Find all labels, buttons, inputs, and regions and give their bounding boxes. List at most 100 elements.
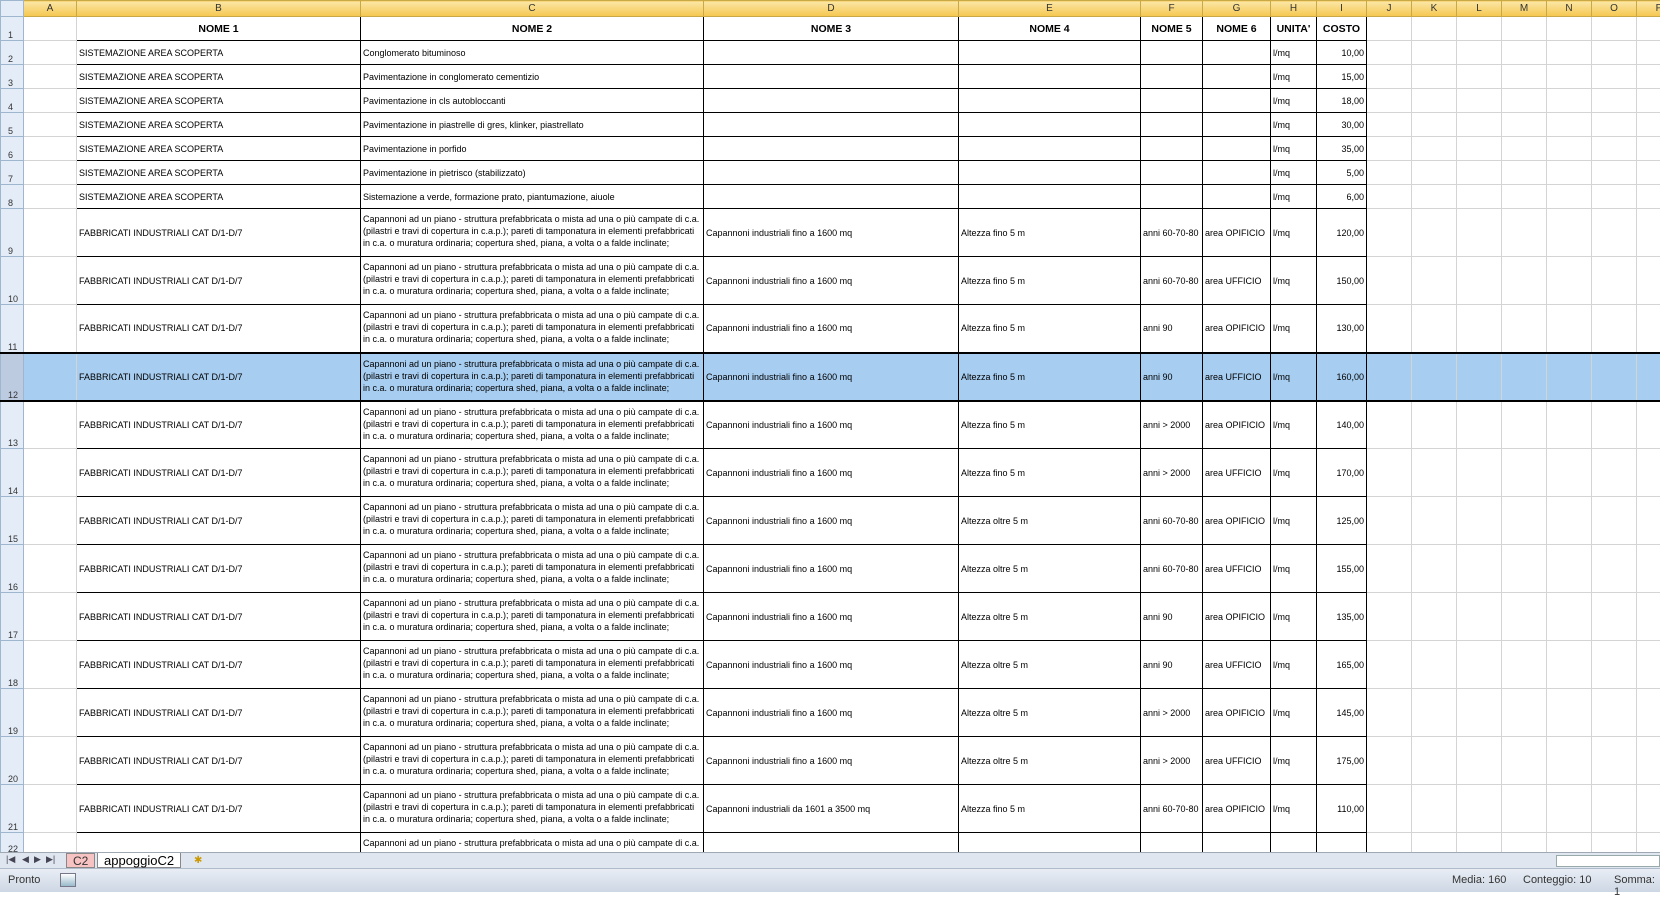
cell-i9[interactable]: 120,00 bbox=[1317, 209, 1367, 257]
row-header[interactable]: 20 bbox=[1, 737, 24, 785]
cell-e12[interactable]: Altezza fino 5 m bbox=[959, 353, 1141, 401]
cell-j5[interactable] bbox=[1367, 113, 1412, 137]
cell-p6[interactable] bbox=[1637, 137, 1660, 161]
cell-i12[interactable]: 160,00 bbox=[1317, 353, 1367, 401]
cell-c7[interactable]: Pavimentazione in pietrisco (stabilizzat… bbox=[361, 161, 704, 185]
cell-m19[interactable] bbox=[1502, 689, 1547, 737]
cell-f16[interactable]: anni 60-70-80 bbox=[1141, 545, 1203, 593]
cell-j8[interactable] bbox=[1367, 185, 1412, 209]
cell-c5[interactable]: Pavimentazione in piastrelle di gres, kl… bbox=[361, 113, 704, 137]
column-header-g[interactable]: G bbox=[1203, 1, 1271, 17]
cell-k6[interactable] bbox=[1412, 137, 1457, 161]
cell-a9[interactable] bbox=[24, 209, 77, 257]
cell-k22[interactable] bbox=[1412, 833, 1457, 853]
cell-p14[interactable] bbox=[1637, 449, 1660, 497]
cell-i4[interactable]: 18,00 bbox=[1317, 89, 1367, 113]
cell-m22[interactable] bbox=[1502, 833, 1547, 853]
cell-k2[interactable] bbox=[1412, 41, 1457, 65]
cell-m20[interactable] bbox=[1502, 737, 1547, 785]
cell-j12[interactable] bbox=[1367, 353, 1412, 401]
cell-m16[interactable] bbox=[1502, 545, 1547, 593]
cell-m4[interactable] bbox=[1502, 89, 1547, 113]
cell-l21[interactable] bbox=[1457, 785, 1502, 833]
cell-k10[interactable] bbox=[1412, 257, 1457, 305]
cell-n16[interactable] bbox=[1547, 545, 1592, 593]
cell-e1[interactable]: NOME 4 bbox=[959, 17, 1141, 41]
row-header[interactable]: 4 bbox=[1, 89, 24, 113]
cell-h22[interactable] bbox=[1271, 833, 1317, 853]
cell-g11[interactable]: area OPIFICIO bbox=[1203, 305, 1271, 353]
cell-m8[interactable] bbox=[1502, 185, 1547, 209]
cell-f10[interactable]: anni 60-70-80 bbox=[1141, 257, 1203, 305]
cell-k15[interactable] bbox=[1412, 497, 1457, 545]
cell-o21[interactable] bbox=[1592, 785, 1637, 833]
cell-n18[interactable] bbox=[1547, 641, 1592, 689]
cell-n12[interactable] bbox=[1547, 353, 1592, 401]
cell-c1[interactable]: NOME 2 bbox=[361, 17, 704, 41]
next-sheet-icon[interactable]: ▶ bbox=[34, 854, 41, 865]
cell-k19[interactable] bbox=[1412, 689, 1457, 737]
column-header-m[interactable]: M bbox=[1502, 1, 1547, 17]
column-header-p[interactable]: P bbox=[1637, 1, 1660, 17]
cell-o2[interactable] bbox=[1592, 41, 1637, 65]
cell-a21[interactable] bbox=[24, 785, 77, 833]
cell-k18[interactable] bbox=[1412, 641, 1457, 689]
cell-a12[interactable] bbox=[24, 353, 77, 401]
row-header[interactable]: 2 bbox=[1, 41, 24, 65]
cell-b12[interactable]: FABBRICATI INDUSTRIALI CAT D/1-D/7 bbox=[77, 353, 361, 401]
cell-h2[interactable]: l/mq bbox=[1271, 41, 1317, 65]
cell-b17[interactable]: FABBRICATI INDUSTRIALI CAT D/1-D/7 bbox=[77, 593, 361, 641]
select-all-corner[interactable] bbox=[1, 1, 24, 17]
spreadsheet-grid[interactable]: ABCDEFGHIJKLMNOP1NOME 1NOME 2NOME 3NOME … bbox=[0, 0, 1660, 852]
cell-c15[interactable]: Capannoni ad un piano - struttura prefab… bbox=[361, 497, 704, 545]
cell-k1[interactable] bbox=[1412, 17, 1457, 41]
cell-a5[interactable] bbox=[24, 113, 77, 137]
cell-j21[interactable] bbox=[1367, 785, 1412, 833]
cell-l18[interactable] bbox=[1457, 641, 1502, 689]
cell-f5[interactable] bbox=[1141, 113, 1203, 137]
column-header-l[interactable]: L bbox=[1457, 1, 1502, 17]
row-header[interactable]: 12 bbox=[1, 353, 24, 401]
cell-p4[interactable] bbox=[1637, 89, 1660, 113]
cell-b21[interactable]: FABBRICATI INDUSTRIALI CAT D/1-D/7 bbox=[77, 785, 361, 833]
cell-g12[interactable]: area UFFICIO bbox=[1203, 353, 1271, 401]
cell-b10[interactable]: FABBRICATI INDUSTRIALI CAT D/1-D/7 bbox=[77, 257, 361, 305]
cell-i16[interactable]: 155,00 bbox=[1317, 545, 1367, 593]
cell-f7[interactable] bbox=[1141, 161, 1203, 185]
macro-record-icon[interactable] bbox=[60, 873, 76, 887]
cell-f12[interactable]: anni 90 bbox=[1141, 353, 1203, 401]
cell-p22[interactable] bbox=[1637, 833, 1660, 853]
cell-l2[interactable] bbox=[1457, 41, 1502, 65]
cell-a20[interactable] bbox=[24, 737, 77, 785]
cell-e20[interactable]: Altezza oltre 5 m bbox=[959, 737, 1141, 785]
cell-m7[interactable] bbox=[1502, 161, 1547, 185]
cell-e14[interactable]: Altezza fino 5 m bbox=[959, 449, 1141, 497]
cell-n15[interactable] bbox=[1547, 497, 1592, 545]
horizontal-scrollbar[interactable] bbox=[1556, 855, 1660, 867]
cell-g17[interactable]: area OPIFICIO bbox=[1203, 593, 1271, 641]
cell-h18[interactable]: l/mq bbox=[1271, 641, 1317, 689]
cell-h12[interactable]: l/mq bbox=[1271, 353, 1317, 401]
cell-i15[interactable]: 125,00 bbox=[1317, 497, 1367, 545]
cell-o18[interactable] bbox=[1592, 641, 1637, 689]
cell-l17[interactable] bbox=[1457, 593, 1502, 641]
cell-b19[interactable]: FABBRICATI INDUSTRIALI CAT D/1-D/7 bbox=[77, 689, 361, 737]
cell-l14[interactable] bbox=[1457, 449, 1502, 497]
column-header-j[interactable]: J bbox=[1367, 1, 1412, 17]
cell-n11[interactable] bbox=[1547, 305, 1592, 353]
cell-i6[interactable]: 35,00 bbox=[1317, 137, 1367, 161]
cell-n7[interactable] bbox=[1547, 161, 1592, 185]
cell-c14[interactable]: Capannoni ad un piano - struttura prefab… bbox=[361, 449, 704, 497]
cell-m6[interactable] bbox=[1502, 137, 1547, 161]
cell-m3[interactable] bbox=[1502, 65, 1547, 89]
cell-n3[interactable] bbox=[1547, 65, 1592, 89]
cell-k8[interactable] bbox=[1412, 185, 1457, 209]
column-header-e[interactable]: E bbox=[959, 1, 1141, 17]
cell-i19[interactable]: 145,00 bbox=[1317, 689, 1367, 737]
cell-o16[interactable] bbox=[1592, 545, 1637, 593]
cell-h20[interactable]: l/mq bbox=[1271, 737, 1317, 785]
cell-f2[interactable] bbox=[1141, 41, 1203, 65]
cell-f3[interactable] bbox=[1141, 65, 1203, 89]
cell-g16[interactable]: area UFFICIO bbox=[1203, 545, 1271, 593]
cell-b6[interactable]: SISTEMAZIONE AREA SCOPERTA bbox=[77, 137, 361, 161]
